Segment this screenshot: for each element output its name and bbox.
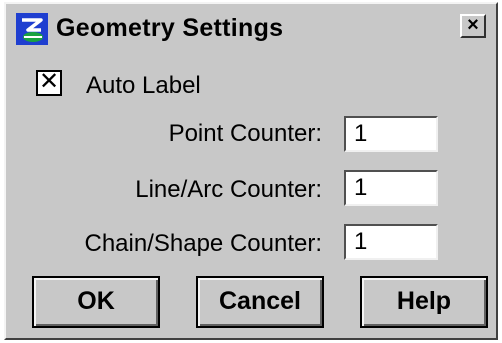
- ok-button[interactable]: OK: [32, 276, 160, 328]
- point-counter-label: Point Counter:: [168, 120, 322, 147]
- close-button[interactable]: ×: [460, 14, 486, 38]
- line-arc-counter-input[interactable]: [344, 170, 438, 206]
- line-arc-counter-label: Line/Arc Counter:: [135, 176, 322, 203]
- title-bar[interactable]: Geometry Settings ×: [10, 8, 492, 48]
- checkmark-icon: ✕: [38, 68, 60, 95]
- help-button[interactable]: Help: [360, 276, 488, 328]
- auto-label-label: Auto Label: [86, 72, 201, 99]
- dialog-title: Geometry Settings: [56, 14, 284, 42]
- geometry-settings-dialog: Geometry Settings × ✕ Auto Label Point C…: [4, 2, 498, 340]
- cancel-button[interactable]: Cancel: [196, 276, 324, 328]
- auto-label-checkbox[interactable]: ✕: [36, 70, 62, 96]
- chain-shape-counter-label: Chain/Shape Counter:: [84, 230, 323, 257]
- app-icon: [16, 13, 48, 45]
- chain-shape-counter-input[interactable]: [344, 224, 438, 260]
- close-icon: ×: [467, 14, 479, 36]
- point-counter-input[interactable]: [344, 116, 438, 152]
